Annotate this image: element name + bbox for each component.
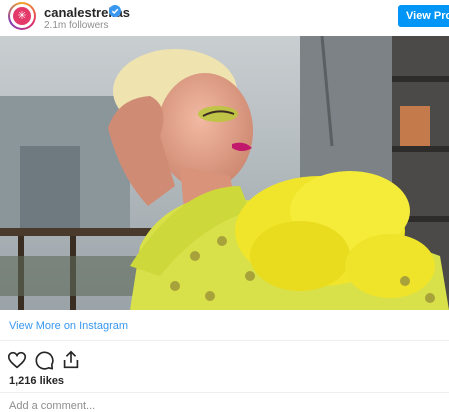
star-burst-icon: ✳ [13, 7, 31, 25]
verified-badge-icon [109, 5, 121, 17]
view-profile-button[interactable]: View Profile [398, 5, 449, 27]
post-photo[interactable] [0, 36, 449, 310]
heart-icon[interactable] [6, 349, 28, 371]
like-count[interactable]: 1,216 likes [9, 375, 64, 387]
view-more-link[interactable]: View More on Instagram [9, 320, 128, 332]
follower-count: 2.1m followers [44, 20, 109, 31]
divider [0, 392, 449, 393]
avatar[interactable]: ✳ [8, 2, 36, 30]
comment-icon[interactable] [33, 349, 55, 371]
divider [0, 340, 449, 341]
share-icon[interactable] [60, 349, 82, 371]
post-header: ✳ canalestrellas 2.1m followers View Pro… [0, 0, 449, 34]
comment-input[interactable]: Add a comment... [9, 400, 95, 412]
